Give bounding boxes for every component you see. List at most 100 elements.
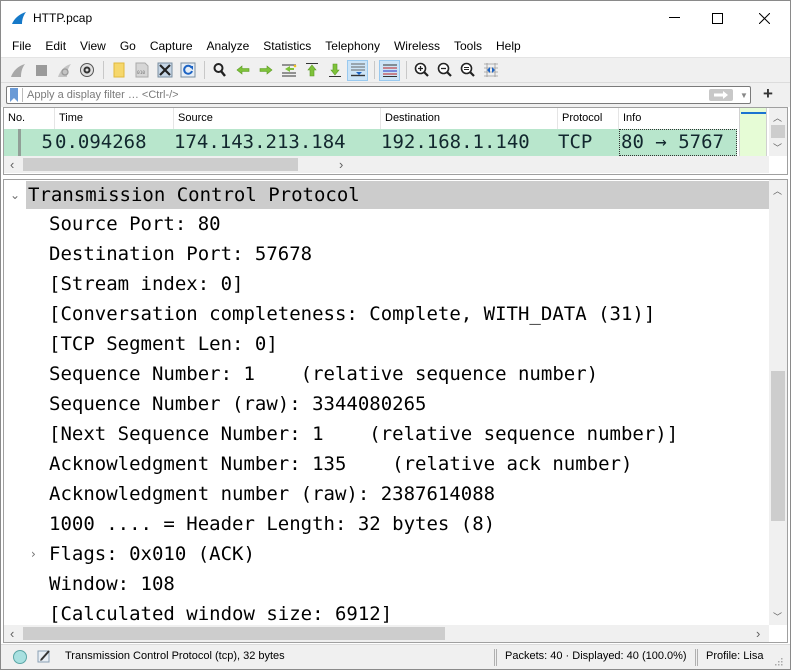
scroll-up-icon[interactable]: ︿ [773,184,782,197]
scroll-left-icon[interactable]: ‹ [10,157,14,172]
tree-item-ack-number[interactable]: Acknowledgment Number: 135 (relative ack… [4,449,769,479]
maximize-button[interactable] [694,1,740,35]
gear-icon [79,63,94,77]
packet-list-vertical-scrollbar[interactable]: ︿ ﹀ [769,108,787,156]
scroll-right-icon[interactable]: › [756,626,760,641]
display-filter-input[interactable] [27,88,677,102]
apply-filter-button[interactable] [709,89,733,101]
menu-file[interactable]: File [5,36,38,56]
tree-item-window[interactable]: Window: 108 [4,569,769,599]
close-icon [758,12,770,24]
menu-capture[interactable]: Capture [143,36,200,56]
tree-item-source-port[interactable]: Source Port: 80 [4,209,769,239]
column-header-protocol[interactable]: Protocol [558,108,619,129]
chevron-down-icon[interactable]: ⌄ [10,181,20,209]
minimap-position-marker [741,112,766,114]
scrollbar-thumb[interactable] [771,125,785,138]
tree-item-ack-number-raw[interactable]: Acknowledgment number (raw): 2387614088 [4,479,769,509]
packet-list-horizontal-scrollbar[interactable]: ‹ › [4,156,769,173]
expert-info-icon[interactable] [13,650,27,664]
tree-item-tcp[interactable]: ⌄ Transmission Control Protocol [4,181,769,209]
menu-statistics[interactable]: Statistics [256,36,318,56]
close-button[interactable] [741,1,787,35]
title-bar: HTTP.pcap [1,1,790,35]
restart-icon [57,64,71,77]
search-icon [213,63,226,77]
save-file-button[interactable]: 010 [131,60,152,81]
tree-item-calculated-window-size[interactable]: [Calculated window size: 6912] [4,599,769,625]
tree-item-sequence-number[interactable]: Sequence Number: 1 (relative sequence nu… [4,359,769,389]
status-packet-count[interactable]: Packets: 40 · Displayed: 40 (100.0%) [505,650,687,662]
tree-item-next-sequence-number[interactable]: [Next Sequence Number: 1 (relative seque… [4,419,769,449]
packet-minimap[interactable] [739,108,767,156]
column-header-destination[interactable]: Destination [381,108,558,129]
scrollbar-thumb[interactable] [23,627,445,640]
resize-grip-icon[interactable] [773,656,783,666]
tree-item-flags[interactable]: › Flags: 0x010 (ACK) [4,539,769,569]
open-file-button[interactable] [108,60,129,81]
scroll-down-icon[interactable]: ﹀ [773,610,782,623]
go-forward-button[interactable] [255,60,276,81]
scroll-up-icon[interactable]: ︿ [773,111,782,124]
minimize-button[interactable] [651,1,697,35]
window-title: HTTP.pcap [33,11,93,25]
colorize-button[interactable] [379,59,400,81]
menu-edit[interactable]: Edit [38,36,73,56]
column-header-time[interactable]: Time [55,108,174,129]
close-file-button[interactable] [154,60,175,81]
arrow-right-icon [714,91,728,99]
chevron-right-icon[interactable]: › [31,539,36,569]
reload-file-button[interactable] [177,60,198,81]
status-bar: Transmission Control Protocol (tcp), 32 … [1,644,790,669]
go-back-button[interactable] [232,60,253,81]
packet-no: 5 [41,131,53,153]
go-to-packet-button[interactable] [278,60,299,81]
scroll-down-icon[interactable]: ﹀ [773,141,782,154]
scrollbar-thumb[interactable] [771,371,785,521]
filter-history-dropdown[interactable]: ▼ [738,87,750,103]
capture-options-button[interactable] [76,60,97,81]
scroll-right-icon[interactable]: › [339,157,343,172]
auto-scroll-button[interactable] [347,59,368,81]
menu-view[interactable]: View [73,36,113,56]
details-horizontal-scrollbar[interactable]: ‹ › [4,625,769,642]
menu-help[interactable]: Help [489,36,528,56]
resize-columns-button[interactable] [480,60,501,81]
arrow-up-first-icon [305,63,318,77]
tree-item-stream-index[interactable]: [Stream index: 0] [4,269,769,299]
zoom-out-icon [437,62,452,77]
tree-item-destination-port[interactable]: Destination Port: 57678 [4,239,769,269]
zoom-reset-icon [460,62,475,77]
menu-telephony[interactable]: Telephony [318,36,387,56]
zoom-out-button[interactable] [434,60,455,81]
status-divider [695,649,698,666]
menu-go[interactable]: Go [113,36,143,56]
stop-capture-button[interactable] [30,60,51,81]
wireshark-fin-icon [12,12,26,24]
packet-row[interactable]: 5 0.094268 174.143.213.184 192.168.1.140… [4,129,737,156]
menu-tools[interactable]: Tools [447,36,489,56]
tree-item-segment-len[interactable]: [TCP Segment Len: 0] [4,329,769,359]
tree-item-sequence-number-raw[interactable]: Sequence Number (raw): 3344080265 [4,389,769,419]
tree-item-conversation-completeness[interactable]: [Conversation completeness: Complete, WI… [4,299,769,329]
menu-analyze[interactable]: Analyze [200,36,257,56]
normal-size-button[interactable] [457,60,478,81]
zoom-in-button[interactable] [411,60,432,81]
add-filter-button[interactable]: + [758,85,778,105]
start-capture-button[interactable] [7,60,28,81]
column-header-source[interactable]: Source [174,108,381,129]
bookmark-icon[interactable] [10,88,18,102]
go-last-button[interactable] [324,60,345,81]
find-packet-button[interactable] [209,60,230,81]
restart-capture-button[interactable] [53,60,74,81]
capture-comment-icon[interactable] [37,649,51,663]
details-vertical-scrollbar[interactable]: ︿ ﹀ [769,180,787,625]
column-header-info[interactable]: Info [619,108,737,129]
tree-item-header-length[interactable]: 1000 .... = Header Length: 32 bytes (8) [4,509,769,539]
scrollbar-thumb[interactable] [23,158,298,171]
go-first-button[interactable] [301,60,322,81]
scroll-left-icon[interactable]: ‹ [10,626,14,641]
status-profile[interactable]: Profile: Lisa [706,650,763,662]
column-header-no[interactable]: No. [4,108,55,129]
menu-wireless[interactable]: Wireless [387,36,447,56]
